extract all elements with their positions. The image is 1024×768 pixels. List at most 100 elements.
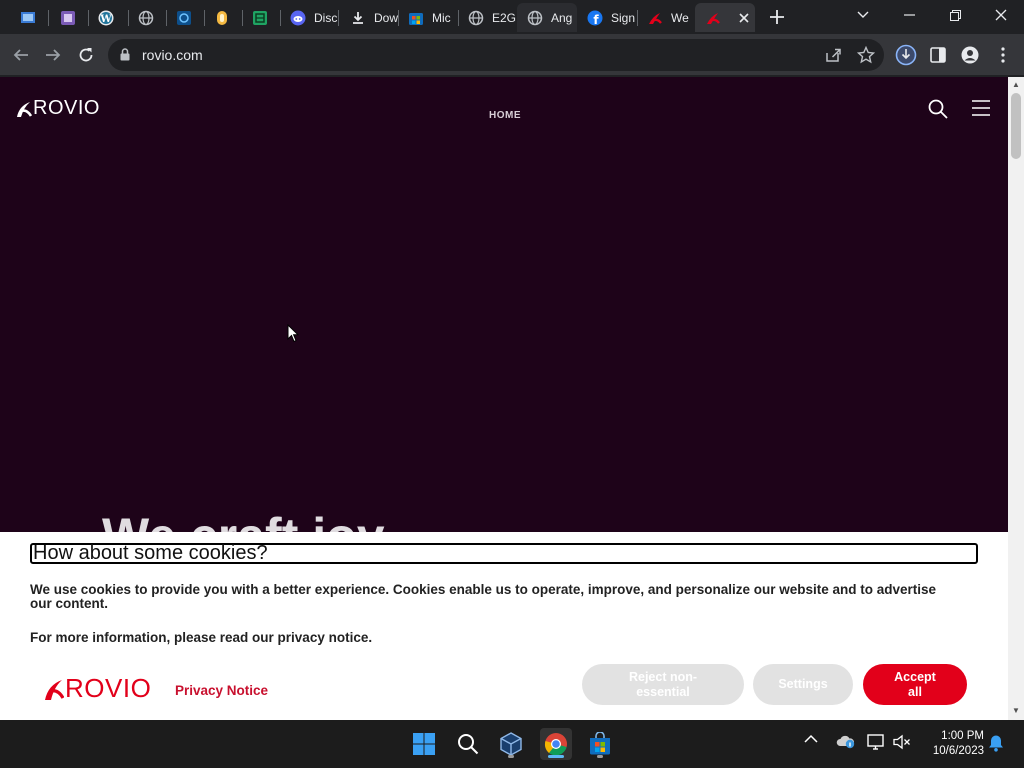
taskbar-clock[interactable]: 1:00 PM 10/6/2023 [920, 729, 984, 759]
rovio-logo-icon [45, 679, 64, 700]
address-bar[interactable]: rovio.com [108, 39, 884, 71]
profile-button[interactable] [959, 44, 981, 66]
browser-menu-button[interactable] [992, 44, 1014, 66]
tab-discord[interactable]: Disc [280, 3, 338, 32]
browser-tab-strip: W Disc Dow Mic E2G Ang f Sign We [0, 0, 1024, 34]
mouse-cursor-icon [287, 323, 300, 348]
cookie-banner-more-info: For more information, please read our pr… [30, 630, 373, 645]
forward-button[interactable] [40, 42, 66, 68]
back-button[interactable] [8, 42, 34, 68]
volume-tray-button[interactable] [893, 733, 911, 751]
download-icon [350, 10, 366, 26]
svg-text:f: f [593, 13, 599, 26]
monitor-icon [867, 734, 884, 750]
tab-label: Disc [314, 10, 338, 25]
windows-taskbar: 1:00 PM 10/6/2023 [0, 720, 1024, 768]
back-arrow-icon [13, 49, 28, 61]
rovio-icon [705, 10, 721, 26]
url-text[interactable]: rovio.com [142, 47, 203, 63]
tab-orange-app[interactable] [204, 3, 242, 32]
hamburger-menu-icon [972, 100, 990, 116]
onedrive-tray-button[interactable] [836, 733, 856, 749]
close-tab-icon[interactable] [739, 12, 749, 23]
windows-app-icon [20, 10, 36, 26]
side-panel-button[interactable] [927, 44, 949, 66]
taskbar-search-button[interactable] [452, 728, 484, 760]
restore-button[interactable] [932, 0, 978, 30]
notifications-button[interactable] [988, 734, 1004, 752]
rovio-logo-icon [17, 101, 32, 117]
cookie-logo-text: ROVIO [65, 673, 152, 703]
search-icon [928, 99, 948, 119]
taskbar-virtualbox[interactable] [495, 728, 527, 760]
privacy-notice-link[interactable]: Privacy Notice [175, 683, 268, 698]
start-button[interactable] [408, 728, 440, 760]
site-menu-button[interactable] [972, 100, 990, 121]
tab-label: Dow [374, 10, 398, 25]
tab-label: Mic [432, 10, 451, 25]
cookie-banner-title: How about some cookies? [30, 543, 978, 564]
reject-non-essential-button[interactable]: Reject non-essential [582, 664, 744, 705]
tab-facebook[interactable]: f Sign [577, 3, 637, 32]
close-window-button[interactable] [978, 0, 1024, 30]
nav-home-link[interactable]: HOME [489, 110, 521, 121]
tab-wordpress[interactable]: W [88, 3, 128, 32]
microsoft-store-icon [590, 732, 610, 755]
orange-app-icon [214, 10, 230, 26]
profile-icon [961, 46, 979, 64]
notification-bell-icon [989, 735, 1003, 752]
tab-green-sheet[interactable] [242, 3, 280, 32]
tab-globe-1[interactable] [128, 3, 166, 32]
rovio-icon [647, 10, 663, 26]
restore-icon [949, 9, 961, 21]
site-logo[interactable]: ROVIO [16, 97, 100, 120]
tab-rovio-we[interactable]: We [637, 3, 695, 32]
globe-icon [527, 10, 543, 26]
scroll-up-arrow-icon[interactable]: ▲ [1012, 80, 1020, 89]
cookie-banner-logo: ROVIO [44, 673, 151, 704]
tab-purple-app[interactable] [50, 3, 88, 32]
virtualbox-icon [500, 732, 522, 756]
share-icon[interactable] [824, 46, 842, 69]
page-scrollbar[interactable]: ▲ ▼ [1008, 77, 1024, 720]
reload-button[interactable] [73, 42, 99, 68]
browser-toolbar: rovio.com [0, 34, 1024, 76]
tab-microsoft[interactable]: Mic [398, 3, 456, 32]
tab-label: Ang [551, 10, 573, 25]
windows-start-icon [413, 733, 435, 755]
discord-icon [290, 10, 306, 26]
tab-blue-square[interactable] [166, 3, 204, 32]
cookie-settings-button[interactable]: Settings [753, 664, 853, 705]
purple-app-icon [60, 10, 76, 26]
accept-all-button[interactable]: Accept all [863, 664, 967, 705]
minimize-button[interactable] [886, 0, 932, 30]
tab-search-button[interactable] [840, 0, 886, 30]
wordpress-icon: W [98, 10, 114, 26]
clock-time: 1:00 PM [941, 730, 984, 742]
lock-icon[interactable] [120, 48, 130, 66]
taskbar-chrome[interactable] [540, 728, 572, 760]
tab-label: E2G [492, 10, 516, 25]
taskbar-microsoft-store[interactable] [584, 728, 616, 760]
scrollbar-thumb[interactable] [1011, 93, 1021, 159]
download-indicator-button[interactable] [895, 44, 917, 66]
blue-square-icon [176, 10, 192, 26]
green-sheet-icon [252, 10, 268, 26]
close-icon [995, 9, 1007, 21]
tab-download[interactable]: Dow [340, 3, 398, 32]
page-viewport: ROVIO HOME We craft joy How about some c… [0, 77, 1008, 720]
tab-e2g[interactable]: E2G [458, 3, 516, 32]
forward-arrow-icon [46, 49, 61, 61]
display-tray-button[interactable] [866, 733, 886, 751]
cookie-banner-description: We use cookies to provide you with a bet… [30, 582, 937, 611]
scroll-down-arrow-icon[interactable]: ▼ [1012, 706, 1020, 715]
site-search-button[interactable] [928, 99, 948, 124]
svg-text:W: W [99, 14, 112, 25]
tab-rovio-active[interactable] [695, 3, 755, 32]
tab-windows[interactable] [10, 3, 50, 32]
new-tab-button[interactable] [764, 6, 790, 28]
site-logo-text: ROVIO [33, 97, 100, 119]
bookmark-star-icon[interactable] [856, 45, 876, 69]
tab-ang[interactable]: Ang [517, 3, 577, 32]
show-hidden-icons-button[interactable] [804, 734, 818, 744]
